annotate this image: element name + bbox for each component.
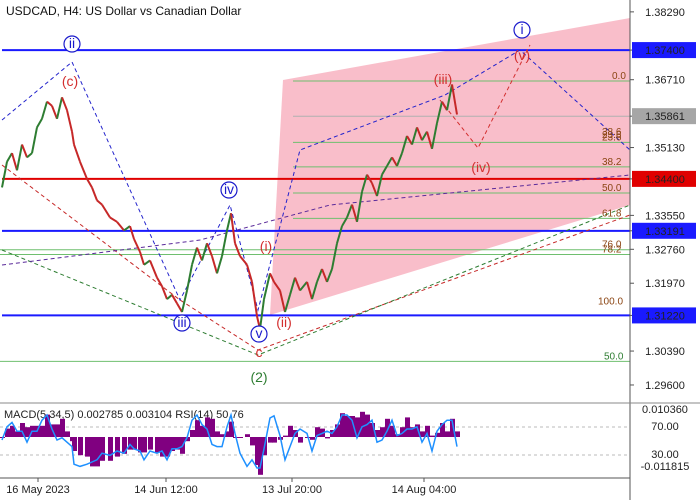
wave-label: (i) bbox=[260, 238, 272, 254]
macd-tick: -0.011815 bbox=[641, 461, 690, 473]
wave-label: c bbox=[256, 344, 263, 360]
macd-bar bbox=[60, 418, 65, 437]
price-tag-label: 1.31220 bbox=[645, 310, 685, 322]
wave-label: (v) bbox=[514, 47, 530, 63]
fib-label: 50.0 bbox=[604, 351, 624, 362]
fib-label: 78.2 bbox=[602, 244, 622, 255]
price-tag-label: 1.37400 bbox=[645, 45, 685, 57]
price-tick-label: 1.32760 bbox=[645, 244, 685, 256]
macd-bar bbox=[108, 437, 113, 461]
macd-bar bbox=[78, 437, 83, 456]
macd-bar bbox=[360, 411, 365, 437]
macd-bar bbox=[142, 437, 147, 453]
price-tag-label: 1.35861 bbox=[645, 111, 685, 123]
fib-label: 23.6 bbox=[602, 130, 622, 141]
price-tick-label: 1.29600 bbox=[645, 380, 685, 392]
price-tick-label: 1.31970 bbox=[645, 278, 685, 290]
price-tick-label: 1.38290 bbox=[645, 7, 685, 19]
macd-bar bbox=[115, 437, 120, 457]
x-tick-label: 16 May 2023 bbox=[6, 484, 70, 496]
x-tick-label: 13 Jul 20:00 bbox=[262, 484, 322, 496]
wave-label: (iii) bbox=[434, 71, 453, 87]
fib-label: 100.0 bbox=[598, 296, 623, 307]
macd-bar bbox=[310, 437, 315, 440]
macd-tick: 30.00 bbox=[651, 449, 679, 461]
macd-bar bbox=[190, 430, 195, 437]
price-tag-label: 1.33191 bbox=[645, 226, 685, 238]
wave-label: v bbox=[256, 325, 263, 341]
price-tick-label: 1.30390 bbox=[645, 346, 685, 358]
macd-bar bbox=[65, 431, 70, 437]
macd-bar bbox=[325, 437, 330, 439]
wave-label: iii bbox=[177, 314, 186, 330]
macd-bar bbox=[250, 437, 255, 446]
macd-bar bbox=[155, 437, 160, 453]
fib-label: 50.0 bbox=[602, 183, 622, 194]
macd-bar bbox=[345, 416, 350, 437]
macd-bar bbox=[15, 431, 20, 437]
macd-bar bbox=[238, 437, 243, 438]
wave-label: ii bbox=[69, 35, 75, 51]
price-tick-label: 1.33550 bbox=[645, 210, 685, 222]
macd-bar bbox=[405, 417, 410, 437]
macd-tick: 70.00 bbox=[651, 421, 679, 433]
price-tick-label: 1.35130 bbox=[645, 143, 685, 155]
fib-label: 0.0 bbox=[612, 71, 626, 82]
macd-bar bbox=[215, 431, 220, 437]
wave-label: iv bbox=[224, 181, 234, 197]
macd-bar bbox=[55, 424, 60, 437]
macd-bar bbox=[245, 434, 250, 437]
macd-bar bbox=[100, 437, 105, 461]
price-chart: ii (c) iv iii vc (2) (i) (ii) (iii) (iv) (v) i 0.0 2… bbox=[0, 0, 700, 500]
price-tick-label: 1.36710 bbox=[645, 75, 685, 87]
macd-bar bbox=[148, 437, 153, 450]
wave-label: (2) bbox=[250, 369, 267, 385]
macd-bar bbox=[195, 420, 200, 437]
fib-label: 38.2 bbox=[602, 157, 622, 168]
x-tick-label: 14 Aug 04:00 bbox=[392, 484, 457, 496]
x-tick-label: 14 Jun 12:00 bbox=[134, 484, 198, 496]
macd-tick: 0.010360 bbox=[642, 404, 688, 416]
price-tag-label: 1.34400 bbox=[645, 174, 685, 186]
fib-label: 61.8 bbox=[602, 208, 622, 219]
macd-bar bbox=[40, 425, 45, 437]
macd-bar bbox=[272, 437, 277, 443]
chart-title: USDCAD, H4: US Dollar vs Canadian Dollar bbox=[6, 4, 241, 18]
wave-label: i bbox=[520, 21, 523, 37]
wave-label: (ii) bbox=[276, 314, 292, 330]
wave-label: (iv) bbox=[471, 159, 490, 175]
macd-bar bbox=[430, 435, 435, 437]
macd-bar bbox=[445, 431, 450, 437]
macd-bar bbox=[85, 437, 90, 457]
macd-bar bbox=[283, 435, 288, 437]
macd-bar bbox=[298, 437, 303, 443]
macd-bar bbox=[210, 418, 215, 437]
macd-bar bbox=[95, 437, 100, 467]
wave-label: (c) bbox=[62, 73, 78, 89]
macd-bar bbox=[288, 425, 293, 437]
